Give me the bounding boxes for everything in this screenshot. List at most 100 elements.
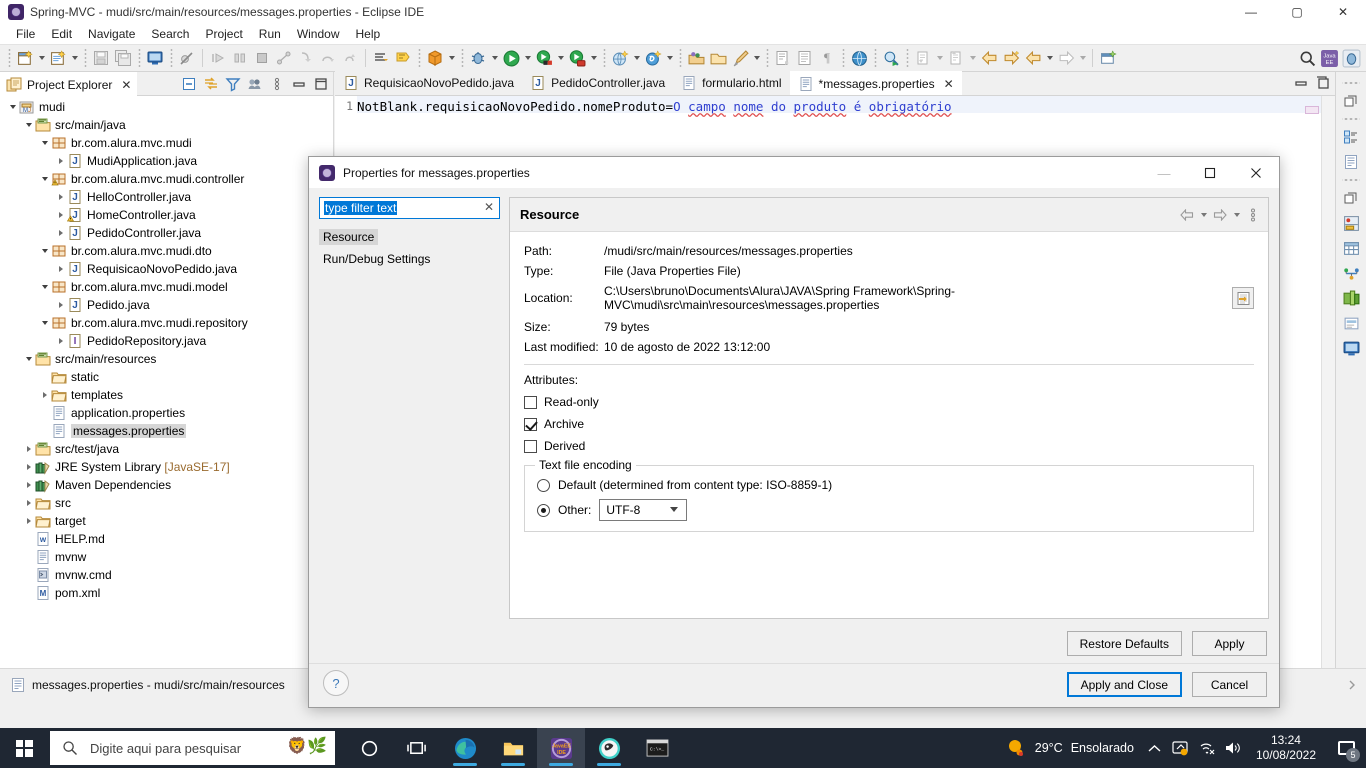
- volume-icon[interactable]: [1220, 740, 1246, 756]
- tree-item[interactable]: Maven Dependencies: [0, 476, 333, 494]
- browser-icon[interactable]: [585, 728, 633, 768]
- checkbox-row-read-only[interactable]: Read-only: [524, 393, 1254, 411]
- console-view-icon[interactable]: [1340, 337, 1362, 359]
- tree-item[interactable]: J PedidoController.java: [0, 224, 333, 242]
- back-edit-location-icon[interactable]: [978, 47, 1000, 69]
- project-tree[interactable]: M Jmudi src/main/java br.com.alura.mvc.mudi…: [0, 96, 333, 668]
- run-dropdown-icon[interactable]: [522, 47, 533, 69]
- terminal-icon[interactable]: C:\>_: [633, 728, 681, 768]
- tree-item[interactable]: src: [0, 494, 333, 512]
- tree-twisty-open-icon[interactable]: [6, 98, 19, 116]
- tree-item[interactable]: J Pedido.java: [0, 296, 333, 314]
- read-only-checkbox[interactable]: [524, 395, 537, 409]
- tree-twisty-open-icon[interactable]: [38, 170, 51, 188]
- microsoft-edge-icon[interactable]: [441, 728, 489, 768]
- back-navigation-dropdown-icon[interactable]: [1044, 47, 1055, 69]
- run-as-java-app-icon[interactable]: [533, 47, 555, 69]
- menu-navigate[interactable]: Navigate: [80, 25, 143, 43]
- minimize-button[interactable]: —: [1228, 0, 1274, 24]
- run-as-dropdown-icon[interactable]: [555, 47, 566, 69]
- network-icon[interactable]: [1194, 740, 1220, 756]
- maximize-view-icon[interactable]: [1313, 73, 1333, 93]
- editor-tab[interactable]: J PedidoController.java: [522, 71, 674, 95]
- menu-file[interactable]: File: [8, 25, 43, 43]
- focus-on-active-task-icon[interactable]: [245, 74, 265, 94]
- maximize-button[interactable]: ▢: [1274, 0, 1320, 24]
- checkbox-row-archive[interactable]: Archive: [524, 415, 1254, 433]
- tree-twisty-closed-icon[interactable]: [22, 512, 35, 530]
- palette-view-icon[interactable]: [1340, 287, 1362, 309]
- tree-item[interactable]: JRE System Library [JavaSE-17]: [0, 458, 333, 476]
- open-resource-icon[interactable]: [707, 47, 729, 69]
- tree-twisty-closed-icon[interactable]: [54, 296, 67, 314]
- forward-icon[interactable]: [1211, 206, 1229, 224]
- clear-filter-icon[interactable]: ✕: [484, 200, 494, 214]
- toolbar-grip-6[interactable]: [459, 49, 465, 67]
- tree-item[interactable]: br.com.alura.mvc.mudi.model: [0, 278, 333, 296]
- collapse-all-icon[interactable]: [179, 74, 199, 94]
- toolbar-grip-12[interactable]: [904, 49, 910, 67]
- page-menu-icon[interactable]: [1244, 206, 1262, 224]
- properties-view-icon[interactable]: [1340, 151, 1362, 173]
- apply-and-close-button[interactable]: Apply and Close: [1066, 672, 1182, 697]
- editor-tab[interactable]: *messages.properties ✕: [789, 71, 962, 95]
- toolbar-grip-11[interactable]: [872, 49, 878, 67]
- back-navigation-icon[interactable]: [1022, 47, 1044, 69]
- minimize-view-icon[interactable]: [1291, 73, 1311, 93]
- new-window-icon[interactable]: [1097, 47, 1119, 69]
- editor-tab[interactable]: formulario.html: [673, 71, 790, 95]
- run-coverage-icon[interactable]: [566, 47, 588, 69]
- task-view-icon[interactable]: [393, 728, 441, 768]
- taskbar-search-input[interactable]: Digite aqui para pesquisar 🦁🌿: [50, 731, 335, 765]
- tree-twisty-closed-icon[interactable]: [54, 260, 67, 278]
- right-trim-grip-3[interactable]: [1342, 176, 1360, 184]
- close-icon[interactable]: ✕: [944, 77, 954, 91]
- tree-item[interactable]: Mpom.xml: [0, 584, 333, 602]
- encoding-select[interactable]: UTF-8: [599, 499, 688, 521]
- tree-item[interactable]: J HomeController.java: [0, 206, 333, 224]
- snippets-view-icon[interactable]: [1340, 262, 1362, 284]
- tree-twisty-open-icon[interactable]: [38, 242, 51, 260]
- tree-item[interactable]: templates: [0, 386, 333, 404]
- close-icon[interactable]: ✕: [121, 78, 131, 92]
- onedrive-icon[interactable]: [1168, 740, 1194, 756]
- menu-window[interactable]: Window: [289, 25, 348, 43]
- toolbar-grip-9[interactable]: [764, 49, 770, 67]
- right-trim-grip[interactable]: [1342, 79, 1360, 87]
- tree-twisty-closed-icon[interactable]: [54, 332, 67, 350]
- radio-row-default-encoding[interactable]: Default (determined from content type: I…: [537, 476, 1241, 494]
- toolbar-grip[interactable]: [6, 49, 12, 67]
- overview-ruler[interactable]: [1321, 96, 1335, 668]
- start-button[interactable]: [0, 728, 48, 768]
- right-trim-grip-2[interactable]: [1342, 115, 1360, 123]
- dialog-minimize-button[interactable]: —: [1141, 157, 1187, 189]
- eclipse-ide-icon[interactable]: JavaEE IDE: [537, 728, 585, 768]
- menu-project[interactable]: Project: [197, 25, 250, 43]
- toolbar-grip-8[interactable]: [677, 49, 683, 67]
- problems-view-icon[interactable]: [1340, 312, 1362, 334]
- tree-twisty-closed-icon[interactable]: [22, 494, 35, 512]
- menu-run[interactable]: Run: [251, 25, 289, 43]
- new-java-class-dropdown-icon[interactable]: [69, 47, 80, 69]
- dialog-maximize-button[interactable]: [1187, 157, 1233, 189]
- tree-twisty-open-icon[interactable]: [38, 278, 51, 296]
- editor-tab[interactable]: J RequisicaoNovoPedido.java: [335, 71, 523, 95]
- tree-twisty-closed-icon[interactable]: [54, 152, 67, 170]
- tree-item[interactable]: J HelloController.java: [0, 188, 333, 206]
- back-dropdown-icon[interactable]: [1198, 206, 1209, 224]
- dialog-close-button[interactable]: [1233, 157, 1279, 189]
- tree-twisty-closed-icon[interactable]: [22, 458, 35, 476]
- notification-center-button[interactable]: 5: [1326, 728, 1366, 768]
- restore-view-icon[interactable]: [1340, 90, 1362, 112]
- new-web-project-icon[interactable]: [609, 47, 631, 69]
- perspective-debug-icon[interactable]: [1340, 47, 1362, 69]
- tree-twisty-closed-icon[interactable]: [22, 440, 35, 458]
- new-wizard-dropdown-icon[interactable]: [36, 47, 47, 69]
- new-wizard-icon[interactable]: [14, 47, 36, 69]
- tree-twisty-closed-icon[interactable]: [38, 386, 51, 404]
- new-web-project-dropdown-icon[interactable]: [631, 47, 642, 69]
- default-encoding-radio[interactable]: [537, 478, 550, 492]
- tree-item[interactable]: J MudiApplication.java: [0, 152, 333, 170]
- restore-view-icon-2[interactable]: [1340, 187, 1362, 209]
- tree-item[interactable]: src/main/java: [0, 116, 333, 134]
